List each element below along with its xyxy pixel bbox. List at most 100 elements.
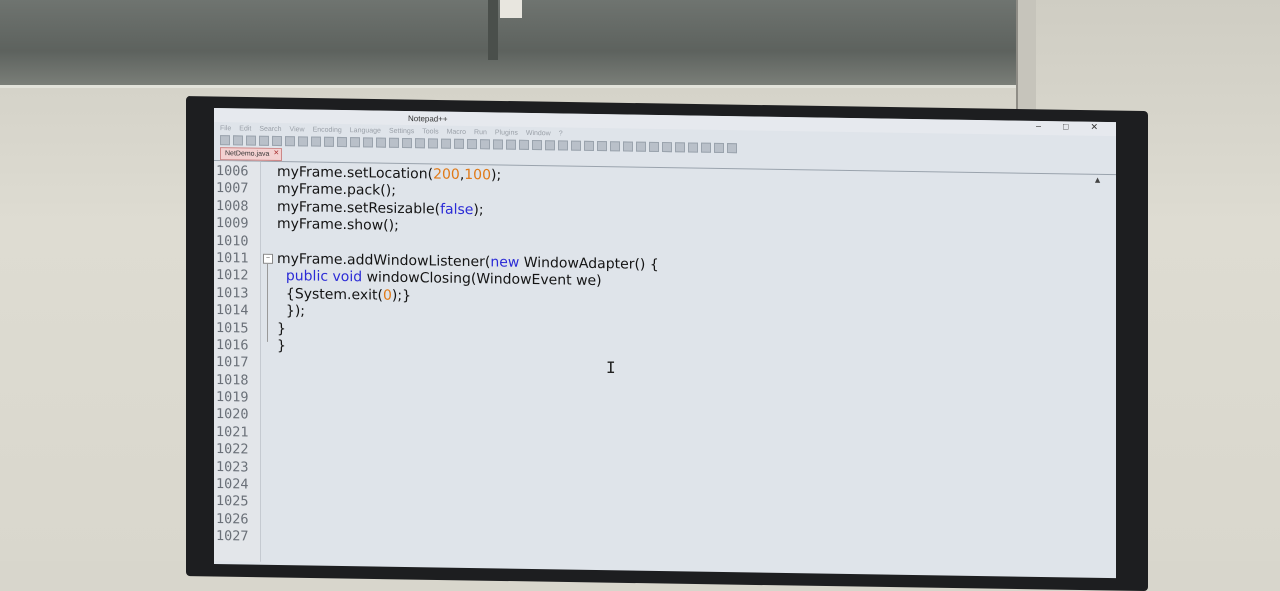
toolbar-button-icon[interactable] xyxy=(701,142,711,153)
toolbar-button-icon[interactable] xyxy=(233,135,243,146)
background-shelf xyxy=(0,0,1020,88)
toolbar-button-icon[interactable] xyxy=(272,135,282,147)
toolbar-button-icon[interactable] xyxy=(584,140,594,151)
line-number: 1025 xyxy=(216,493,249,510)
number-token: 0 xyxy=(382,287,392,304)
menu-item-plugins[interactable]: Plugins xyxy=(495,129,518,136)
toolbar-button-icon[interactable] xyxy=(532,139,542,151)
code-token: {System.exit( xyxy=(285,285,383,304)
toolbar-button-icon[interactable] xyxy=(246,135,256,146)
text-cursor-icon: I xyxy=(606,358,616,377)
toolbar-button-icon[interactable] xyxy=(506,139,516,150)
line-number: 1013 xyxy=(216,284,249,302)
line-number: 1017 xyxy=(216,354,249,371)
toolbar-button-icon[interactable] xyxy=(428,138,438,149)
code-token: } xyxy=(277,337,286,355)
menu-item-settings[interactable]: Settings xyxy=(389,127,414,134)
maximize-button[interactable]: □ xyxy=(1063,121,1068,132)
code-token: myFrame.pack(); xyxy=(277,181,396,200)
toolbar-button-icon[interactable] xyxy=(259,135,269,146)
line-number: 1024 xyxy=(216,476,249,493)
menu-item-encoding[interactable]: Encoding xyxy=(313,126,342,133)
menu-item-view[interactable]: View xyxy=(290,126,305,133)
close-window-button[interactable]: ✕ xyxy=(1090,122,1098,133)
toolbar-button-icon[interactable] xyxy=(441,138,451,149)
number-token: 200 xyxy=(433,166,460,183)
toolbar-button-icon[interactable] xyxy=(493,139,503,150)
menu-item-[interactable]: ? xyxy=(559,130,563,137)
line-number: 1018 xyxy=(216,371,249,389)
toolbar-button-icon[interactable] xyxy=(376,137,386,148)
code-area[interactable]: myFrame.setLocation(200,100); myFrame.pac… xyxy=(277,162,1116,575)
toolbar-button-icon[interactable] xyxy=(649,141,659,152)
toolbar-button-icon[interactable] xyxy=(311,136,321,147)
toolbar-button-icon[interactable] xyxy=(688,142,698,153)
shelf-seam xyxy=(488,0,498,60)
line-number: 1026 xyxy=(216,510,249,528)
code-token: } xyxy=(277,320,286,337)
menu-item-edit[interactable]: Edit xyxy=(239,125,251,132)
code-token: myFrame.addWindowListener( xyxy=(277,250,491,271)
toolbar-button-icon[interactable] xyxy=(545,140,555,151)
line-number: 1027 xyxy=(216,528,249,545)
code-token: myFrame.setResizable( xyxy=(277,198,441,218)
minimize-button[interactable]: – xyxy=(1036,121,1041,132)
code-token: myFrame.setLocation( xyxy=(277,163,434,183)
line-number: 1020 xyxy=(216,406,249,424)
code-token: ); xyxy=(491,167,502,184)
line-number: 1015 xyxy=(216,319,249,337)
line-number: 1009 xyxy=(216,215,249,232)
toolbar-button-icon[interactable] xyxy=(337,136,347,148)
toolbar-button-icon[interactable] xyxy=(363,137,373,148)
toolbar-button-icon[interactable] xyxy=(298,136,308,147)
toolbar-button-icon[interactable] xyxy=(714,142,724,154)
toolbar-button-icon[interactable] xyxy=(324,136,334,147)
toolbar-button-icon[interactable] xyxy=(558,140,568,151)
background-pipe xyxy=(1016,0,1036,118)
toolbar-button-icon[interactable] xyxy=(675,142,685,153)
tab-close-icon[interactable]: ✕ xyxy=(272,150,280,158)
menu-item-file[interactable]: File xyxy=(220,125,231,132)
code-token: WindowAdapter() { xyxy=(519,254,659,273)
toolbar-button-icon[interactable] xyxy=(220,135,230,146)
scroll-up-icon[interactable]: ▲ xyxy=(1093,175,1102,185)
code-editor[interactable]: 1006 1007 1008 1009 1010 1011 1012 1013 1014 1015… xyxy=(214,161,1116,575)
menu-item-window[interactable]: Window xyxy=(526,129,551,136)
line-number: 1022 xyxy=(216,441,249,458)
menu-item-macro[interactable]: Macro xyxy=(447,128,466,135)
line-number: 1011 xyxy=(216,249,249,267)
toolbar-button-icon[interactable] xyxy=(285,136,295,147)
toolbar-button-icon[interactable] xyxy=(571,140,581,151)
fold-guide-line xyxy=(267,263,268,342)
tab-netdemo-java[interactable]: NetDemo.java ✕ xyxy=(220,147,283,162)
toolbar-button-icon[interactable] xyxy=(389,137,399,148)
menu-item-tools[interactable]: Tools xyxy=(422,128,438,135)
toolbar-button-icon[interactable] xyxy=(350,137,360,148)
menu-item-language[interactable]: Language xyxy=(350,127,381,134)
tab-label: NetDemo.java xyxy=(225,150,270,158)
window-controls: – □ ✕ xyxy=(1036,121,1098,133)
toolbar-button-icon[interactable] xyxy=(597,141,607,152)
toolbar-button-icon[interactable] xyxy=(454,138,464,149)
line-number: 1012 xyxy=(216,267,249,284)
toolbar-button-icon[interactable] xyxy=(415,138,425,149)
menu-item-run[interactable]: Run xyxy=(474,129,487,136)
toolbar-button-icon[interactable] xyxy=(519,139,529,150)
toolbar-button-icon[interactable] xyxy=(662,142,672,153)
fold-collapse-icon[interactable]: − xyxy=(263,253,273,264)
toolbar-button-icon[interactable] xyxy=(402,137,412,149)
line-number: 1016 xyxy=(216,336,249,354)
toolbar-button-icon[interactable] xyxy=(727,143,737,154)
menu-item-search[interactable]: Search xyxy=(259,125,281,132)
toolbar-button-icon[interactable] xyxy=(467,138,477,150)
toolbar-button-icon[interactable] xyxy=(623,141,633,152)
code-token: ); xyxy=(473,201,484,219)
toolbar-button-icon[interactable] xyxy=(480,139,490,150)
line-number: 1008 xyxy=(216,197,249,215)
keyword-token: void xyxy=(332,269,363,286)
line-number: 1006 xyxy=(216,163,249,180)
number-token: 100 xyxy=(464,166,491,184)
toolbar-button-icon[interactable] xyxy=(610,141,620,152)
toolbar-button-icon[interactable] xyxy=(636,141,646,152)
fold-margin: − xyxy=(261,162,277,562)
